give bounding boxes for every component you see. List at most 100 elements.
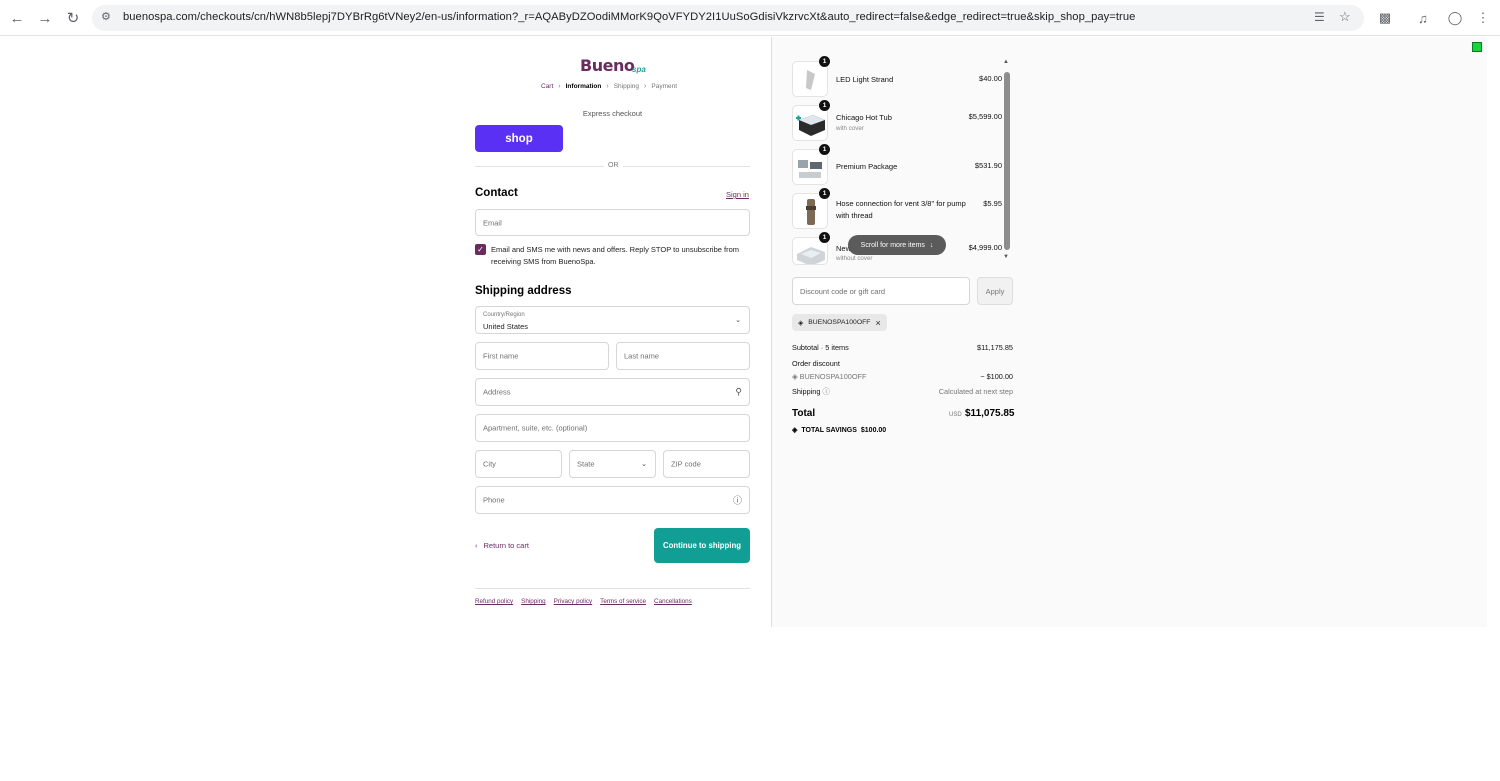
country-value: United States [483,322,529,331]
country-select[interactable]: Country/Region United States ⌄ [475,306,750,334]
sign-in-link[interactable]: Sign in [726,190,749,199]
item-price: $40.00 [979,74,1002,83]
browser-toolbar: ← → ↻ ⚙ buenospa.com/checkouts/cn/hWN8b5… [0,0,1500,36]
reload-icon[interactable]: ↻ [64,9,82,27]
quantity-badge: 1 [819,232,830,243]
menu-icon[interactable]: ⋮ [1474,9,1492,27]
forward-icon[interactable]: → [36,9,54,27]
bookmark-star-icon[interactable]: ☆ [1339,9,1351,25]
applied-discount-code: BUENOSPA100OFF [808,319,871,326]
total-value: $11,075.85 [965,408,1015,419]
marketing-checkbox[interactable]: ✓ [475,244,486,255]
green-indicator [1472,42,1482,52]
help-icon[interactable]: ⓘ [822,387,829,396]
country-label: Country/Region [483,312,525,318]
extensions-icon[interactable]: ▩ [1376,9,1394,27]
tag-icon: ◈ [792,372,798,381]
express-checkout-label: Express checkout [582,109,643,118]
breadcrumb-information: Information [565,83,602,90]
order-discount-label: Order discount [792,359,840,368]
scroll-hint-label: Scroll for more items [860,241,925,249]
page-scrollbar[interactable] [1488,37,1500,781]
breadcrumb-cart[interactable]: Cart [541,83,553,90]
order-discount-row: Order discount [792,359,1013,368]
search-icon: ⚲ [735,386,742,397]
brand-logo-suffix: spa [632,65,646,74]
return-to-cart-link[interactable]: ‹ Return to cart [475,541,529,550]
footer-links: Refund policy Shipping Privacy policy Te… [475,598,692,605]
item-price: $531.90 [974,161,1002,170]
state-placeholder: State [577,459,595,469]
scroll-down-icon[interactable]: ▼ [1003,254,1009,260]
back-icon[interactable]: ← [8,9,26,27]
return-to-cart-label: Return to cart [483,541,529,550]
item-price: $5,599.00 [968,112,1002,121]
discount-value: − $100.00 [980,372,1013,381]
discount-code-label: BUENOSPA100OFF [799,372,867,381]
shop-pay-button[interactable]: shop [475,125,563,152]
chevron-right-icon: › [558,83,561,90]
subtotal-label: Subtotal · 5 items [792,343,849,352]
terms-of-service-link[interactable]: Terms of service [600,598,646,605]
arrow-down-icon: ↓ [929,241,934,249]
scroll-up-icon[interactable]: ▲ [1003,59,1009,65]
chevron-right-icon: › [644,83,647,90]
profile-icon[interactable]: ◯ [1446,9,1464,27]
subtotal-row: Subtotal · 5 items $11,175.85 [792,343,1013,352]
cart-scrollbar[interactable] [1004,72,1010,250]
phone-placeholder: Phone [483,495,505,505]
total-label: Total [792,408,816,419]
discount-code-row: ◈ BUENOSPA100OFF − $100.00 [792,372,1013,381]
or-label: OR [604,162,623,169]
refund-policy-link[interactable]: Refund policy [475,598,513,605]
zip-field[interactable]: ZIP code [663,450,750,478]
first-name-field[interactable]: First name [475,342,609,370]
tag-icon: ◈ [798,319,804,327]
quantity-badge: 1 [819,188,830,199]
quantity-badge: 1 [819,100,830,111]
email-field[interactable]: Email [475,209,750,236]
last-name-placeholder: Last name [624,351,660,361]
checkout-page: Bueno spa Cart › Information › Shipping … [0,37,1500,781]
footer-divider [475,588,750,589]
discount-placeholder: Discount code or gift card [800,287,886,296]
address-field[interactable]: Address ⚲ [475,378,750,406]
translate-icon[interactable]: ☰ [1314,10,1325,24]
site-info-icon[interactable]: ⚙ [101,10,111,23]
last-name-field[interactable]: Last name [616,342,750,370]
apartment-field[interactable]: Apartment, suite, etc. (optional) [475,414,750,442]
phone-field[interactable]: Phone ⓘ [475,486,750,514]
email-placeholder: Email [483,218,502,227]
item-name: Chicago Hot Tub [836,113,892,122]
breadcrumb: Cart › Information › Shipping › Payment [541,83,677,90]
item-name: Hose connection for vent 3/8" for pump w… [836,199,966,220]
item-price: $5.95 [983,199,1002,208]
address-placeholder: Address [483,387,511,397]
zip-placeholder: ZIP code [671,459,701,469]
shipping-heading: Shipping address [475,285,572,297]
city-field[interactable]: City [475,450,562,478]
state-select[interactable]: State ⌄ [569,450,656,478]
applied-discount-tag: ◈ BUENOSPA100OFF × [792,314,887,331]
remove-discount-icon[interactable]: × [875,318,880,328]
chevron-down-icon: ⌄ [641,461,647,468]
cancellations-link[interactable]: Cancellations [654,598,692,605]
item-price: $4,999.00 [968,243,1002,252]
savings-label: TOTAL SAVINGS [801,426,857,434]
quantity-badge: 1 [819,56,830,67]
continue-to-shipping-button[interactable]: Continue to shipping [654,528,750,563]
apply-button[interactable]: Apply [977,277,1013,305]
shipping-value: Calculated at next step [938,387,1013,396]
media-icon[interactable]: ♫ [1414,9,1432,27]
discount-code-field[interactable]: Discount code or gift card [792,277,970,305]
help-icon[interactable]: ⓘ [733,494,742,507]
shipping-policy-link[interactable]: Shipping [521,598,546,605]
address-bar[interactable]: ⚙ buenospa.com/checkouts/cn/hWN8b5lepj7D… [92,5,1364,31]
brand-logo[interactable]: Bueno [580,56,635,75]
first-name-placeholder: First name [483,351,519,361]
privacy-policy-link[interactable]: Privacy policy [554,598,593,605]
url-text: buenospa.com/checkouts/cn/hWN8b5lepj7DYB… [123,11,1135,23]
url-host: buenospa.com [123,11,197,23]
marketing-checkbox-label[interactable]: Email and SMS me with news and offers. R… [491,244,749,267]
scroll-hint-pill[interactable]: Scroll for more items ↓ [848,235,946,255]
